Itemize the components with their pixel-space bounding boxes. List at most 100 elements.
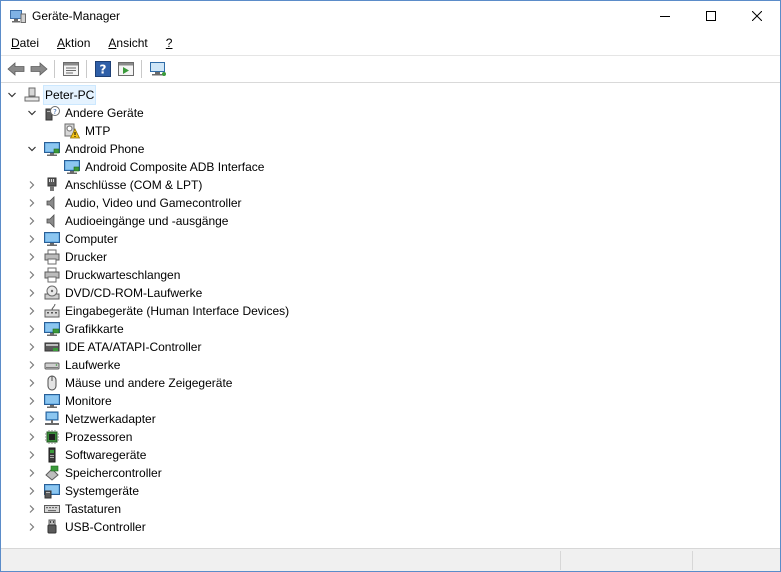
collapse-toggle[interactable] [26, 302, 38, 320]
tree-node[interactable]: Softwaregeräte [26, 446, 147, 464]
menu-aktion[interactable]: Aktion [47, 32, 98, 54]
speaker-icon [44, 213, 60, 229]
chevron-right-icon [29, 217, 35, 225]
collapse-toggle[interactable] [26, 428, 38, 446]
minimize-button[interactable] [642, 1, 688, 31]
menu-ansicht[interactable]: Ansicht [98, 32, 155, 54]
collapse-toggle[interactable] [26, 464, 38, 482]
collapse-toggle[interactable] [26, 446, 38, 464]
mouse-icon [44, 375, 60, 391]
tree-node[interactable]: Tastaturen [26, 500, 122, 518]
tree-root-node[interactable]: Peter-PC [6, 85, 97, 105]
menu-datei-label: atei [19, 36, 40, 50]
collapse-toggle[interactable] [26, 320, 38, 338]
forward-arrow-button[interactable] [27, 58, 50, 80]
tree-node[interactable]: Prozessoren [26, 428, 133, 446]
chevron-right-icon [29, 451, 35, 459]
close-button[interactable] [734, 1, 780, 31]
disc-drive-icon [44, 285, 60, 301]
tree-node[interactable]: DVD/CD-ROM-Laufwerke [26, 284, 203, 302]
chevron-right-icon [29, 415, 35, 423]
tree-node-label: MTP [85, 124, 111, 138]
toolbar-separator [86, 59, 87, 78]
menu-help[interactable]: ? [156, 32, 181, 54]
chevron-right-icon [29, 397, 35, 405]
tree-node[interactable]: USB-Controller [26, 518, 147, 536]
tree-node[interactable]: Druckwarteschlangen [26, 266, 181, 284]
monitor-network-button[interactable] [146, 58, 169, 80]
tree-node-label: USB-Controller [65, 520, 146, 534]
collapse-toggle[interactable] [26, 212, 38, 230]
expand-toggle[interactable] [26, 104, 38, 122]
chevron-right-icon [29, 379, 35, 387]
tree-node-label: Netzwerkadapter [65, 412, 156, 426]
tree-node[interactable]: ? Andere Geräte [26, 104, 145, 122]
device-tree[interactable]: Peter-PC? Andere Geräte MTP Android Phone An… [1, 82, 780, 547]
tree-node-label: Peter-PC [42, 85, 97, 105]
tree-node-label: Grafikkarte [65, 322, 124, 336]
device-manager-window: Geräte-Manager Datei Aktion Ansicht? ? Pet… [0, 0, 781, 572]
storage-controller-icon [44, 465, 60, 481]
tree-node[interactable]: Monitore [26, 392, 113, 410]
tree-node[interactable]: Anschlüsse (COM & LPT) [26, 176, 203, 194]
chevron-right-icon [29, 343, 35, 351]
monitor-network-icon [149, 61, 167, 77]
warning-device-icon [64, 123, 80, 139]
expand-toggle[interactable] [6, 86, 18, 104]
expand-toggle[interactable] [26, 140, 38, 158]
tree-node[interactable]: Audio, Video und Gamecontroller [26, 194, 243, 212]
tree-node-label: Drucker [65, 250, 108, 264]
menu-datei-mnemonic: D [11, 36, 20, 50]
collapse-toggle[interactable] [26, 176, 38, 194]
tree-node-label: Anschlüsse (COM & LPT) [65, 178, 203, 192]
view-button[interactable] [114, 58, 137, 80]
chevron-right-icon [29, 253, 35, 261]
properties-button[interactable] [59, 58, 82, 80]
collapse-toggle[interactable] [26, 410, 38, 428]
collapse-toggle[interactable] [26, 338, 38, 356]
collapse-toggle[interactable] [26, 482, 38, 500]
tree-node-label: Tastaturen [65, 502, 122, 516]
collapse-toggle[interactable] [26, 266, 38, 284]
toolbar-separator [141, 59, 142, 78]
tree-node[interactable]: Drucker [26, 248, 108, 266]
tree-node[interactable]: Netzwerkadapter [26, 410, 157, 428]
collapse-toggle[interactable] [26, 518, 38, 536]
tree-node[interactable]: Computer [26, 230, 119, 248]
collapse-toggle[interactable] [26, 194, 38, 212]
menu-datei[interactable]: Datei [1, 32, 47, 54]
port-icon [44, 177, 60, 193]
tree-node[interactable]: Grafikkarte [26, 320, 125, 338]
tree-node[interactable]: Laufwerke [26, 356, 121, 374]
collapse-toggle[interactable] [26, 500, 38, 518]
tree-node[interactable]: IDE ATA/ATAPI-Controller [26, 338, 202, 356]
collapse-toggle[interactable] [26, 392, 38, 410]
status-bar [1, 548, 780, 571]
usb-icon [44, 519, 60, 535]
ide-controller-icon [44, 339, 60, 355]
chevron-down-icon [28, 110, 36, 116]
tree-node[interactable]: Android Phone [26, 140, 145, 158]
tree-node-label: Speichercontroller [65, 466, 162, 480]
collapse-toggle[interactable] [26, 374, 38, 392]
tree-node[interactable]: Audioeingänge und -ausgänge [26, 212, 229, 230]
tree-node[interactable]: Speichercontroller [26, 464, 163, 482]
tree-node[interactable]: MTP [46, 122, 111, 140]
collapse-toggle[interactable] [26, 230, 38, 248]
tree-node[interactable]: Android Composite ADB Interface [46, 158, 265, 176]
chevron-right-icon [29, 271, 35, 279]
back-arrow-button[interactable] [4, 58, 27, 80]
tree-node[interactable]: Eingabegeräte (Human Interface Devices) [26, 302, 290, 320]
collapse-toggle[interactable] [26, 284, 38, 302]
tree-node[interactable]: Mäuse und andere Zeigegeräte [26, 374, 233, 392]
title-bar[interactable]: Geräte-Manager [1, 1, 780, 31]
maximize-button[interactable] [688, 1, 734, 31]
collapse-toggle[interactable] [26, 356, 38, 374]
tree-node[interactable]: Systemgeräte [26, 482, 140, 500]
back-arrow-icon [6, 61, 25, 76]
tree-node-label: Computer [65, 232, 118, 246]
collapse-toggle[interactable] [26, 248, 38, 266]
help-button[interactable]: ? [91, 58, 114, 80]
menu-aktion-mnemonic: A [57, 36, 66, 50]
